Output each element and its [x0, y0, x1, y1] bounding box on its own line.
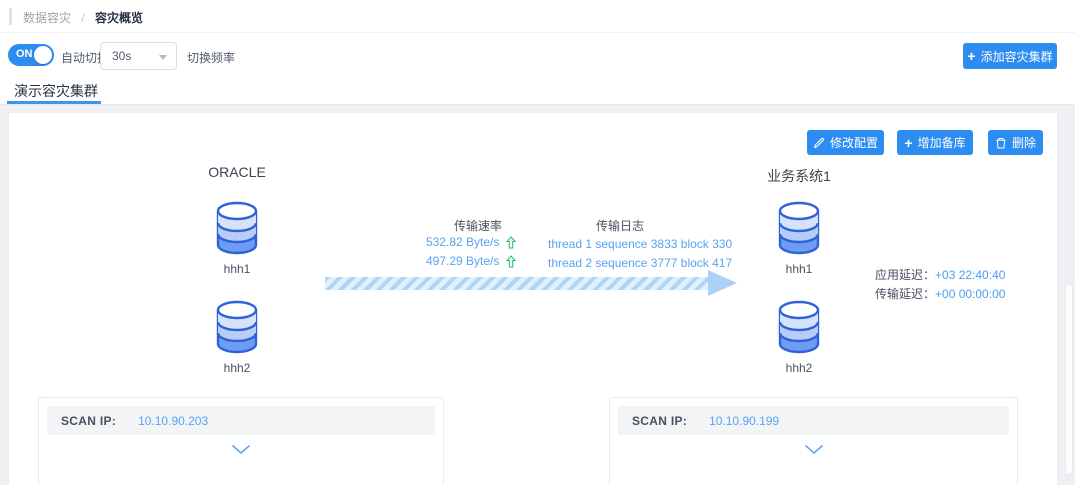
breadcrumb-parent-link[interactable]: 数据容灾	[23, 11, 71, 25]
replication-arrow-head	[708, 270, 737, 296]
expand-primary-button[interactable]	[229, 442, 253, 456]
primary-db2-label: hhh2	[223, 361, 251, 375]
app-latency-row: 应用延迟：+03 22:40:40	[875, 266, 1005, 283]
breadcrumb-current: 容灾概览	[95, 11, 144, 25]
edit-config-label: 修改配置	[829, 136, 878, 150]
app-latency-label: 应用延迟：	[875, 268, 936, 282]
chevron-down-icon	[159, 55, 167, 60]
chevron-down-icon	[804, 444, 823, 454]
database-icon[interactable]	[775, 298, 823, 356]
transfer-rate-row: 532.82 Byte/s	[426, 235, 517, 249]
expand-standby-button[interactable]	[802, 442, 826, 456]
transfer-latency-value: +00 00:00:00	[935, 287, 1006, 301]
trash-icon	[996, 137, 1006, 148]
transfer-latency-label: 传输延迟：	[875, 287, 936, 301]
delete-button[interactable]: 删除	[988, 130, 1043, 155]
standby-scan-ip: 10.10.90.199	[709, 413, 780, 428]
arrow-up-icon	[506, 235, 517, 248]
primary-scan-ip: 10.10.90.203	[138, 413, 209, 428]
interval-select-value: 30s	[112, 49, 132, 63]
transfer-latency-row: 传输延迟：+00 00:00:00	[875, 285, 1005, 302]
standby-scan-bar: SCAN IP: 10.10.90.199	[618, 406, 1009, 435]
add-cluster-label: 添加容灾集群	[980, 49, 1053, 64]
transfer-rate-2: 497.29 Byte/s	[426, 254, 500, 268]
primary-db1-label: hhh1	[223, 262, 251, 276]
primary-scan-card: SCAN IP: 10.10.90.203	[38, 397, 444, 485]
standby-db1-label: hhh1	[785, 262, 813, 276]
transfer-log-1: thread 1 sequence 3833 block 330	[548, 237, 733, 251]
delete-label: 删除	[1011, 136, 1036, 150]
page: 数据容灾 / 容灾概览 ON 自动切换 30s 切换频率 + 添加容灾集群 演示…	[0, 0, 1075, 485]
primary-scan-bar: SCAN IP: 10.10.90.203	[47, 406, 435, 435]
add-standby-label: 增加备库	[917, 136, 966, 150]
replication-arrow-band	[325, 277, 709, 290]
pencil-icon	[814, 137, 825, 148]
standby-cluster-title: 业务系统1	[767, 168, 831, 184]
transfer-rate-title: 传输速率	[453, 219, 503, 233]
scan-ip-label: SCAN IP:	[61, 413, 117, 428]
breadcrumb-separator: /	[81, 11, 85, 25]
database-icon[interactable]	[213, 199, 261, 257]
breadcrumb-divider	[9, 8, 12, 25]
vertical-scrollbar[interactable]	[1065, 283, 1073, 475]
tab-demo-cluster[interactable]: 演示容灾集群	[14, 81, 98, 101]
app-latency-value: +03 22:40:40	[935, 268, 1006, 282]
transfer-rate-1: 532.82 Byte/s	[426, 235, 500, 249]
plus-icon: +	[904, 134, 913, 151]
arrow-up-icon	[506, 254, 517, 267]
add-cluster-button[interactable]: + 添加容灾集群	[963, 43, 1057, 69]
interval-select[interactable]: 30s	[100, 42, 177, 70]
toggle-on-text: ON	[16, 48, 33, 60]
scan-ip-label: SCAN IP:	[632, 413, 688, 428]
top-bar: 数据容灾 / 容灾概览	[0, 0, 1075, 33]
toggle-knob	[34, 46, 52, 64]
standby-scan-card: SCAN IP: 10.10.90.199	[609, 397, 1018, 485]
transfer-rate-row: 497.29 Byte/s	[426, 254, 517, 268]
transfer-log-title: 传输日志	[595, 219, 645, 233]
standby-db2-label: hhh2	[785, 361, 813, 375]
edit-config-button[interactable]: 修改配置	[807, 130, 884, 155]
plus-icon: +	[967, 48, 976, 64]
interval-label: 切换频率	[187, 51, 236, 65]
add-standby-button[interactable]: + 增加备库	[897, 130, 973, 155]
database-icon[interactable]	[213, 298, 261, 356]
breadcrumb: 数据容灾 / 容灾概览	[23, 9, 143, 26]
database-icon[interactable]	[775, 199, 823, 257]
auto-switch-toggle[interactable]: ON	[8, 44, 54, 66]
transfer-log-2: thread 2 sequence 3777 block 417	[548, 256, 733, 270]
primary-cluster-title: ORACLE	[208, 164, 266, 180]
chevron-down-icon	[231, 444, 251, 454]
